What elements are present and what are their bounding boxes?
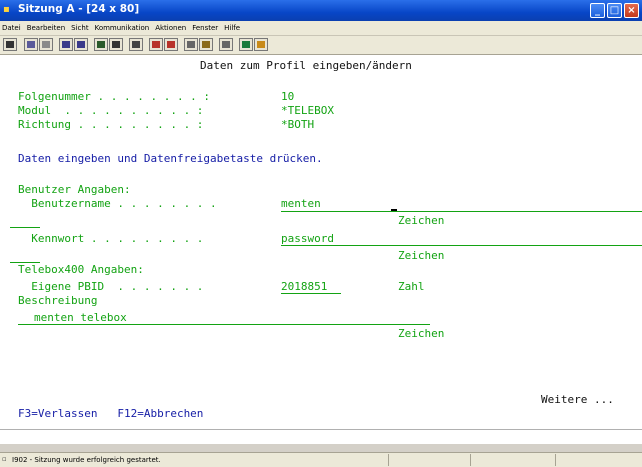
username-field[interactable]: menten <box>281 197 321 210</box>
section-user: Benutzer Angaben: <box>18 183 131 196</box>
display-icon[interactable] <box>94 38 108 51</box>
password-label: Kennwort . . . . . . . . . <box>18 232 204 245</box>
menu-kommunikation[interactable]: Kommunikation <box>95 24 150 32</box>
status-icon: ▫ <box>2 455 7 463</box>
field-label-modul: Modul . . . . . . . . . . : <box>18 104 204 117</box>
password-hint: Zeichen <box>398 249 445 262</box>
password-underline <box>281 245 642 246</box>
status-bar: ▫ I902 - Sitzung wurde erfolgreich gesta… <box>0 452 642 467</box>
password-field[interactable]: password <box>281 232 334 245</box>
copy-icon[interactable] <box>24 38 38 51</box>
maximize-button[interactable]: □ <box>607 3 622 18</box>
receive-icon[interactable] <box>74 38 88 51</box>
title-bar: ▪ Sitzung A - [24 x 80] _ □ × <box>0 0 642 21</box>
username-hint: Zeichen <box>398 214 445 227</box>
section-telebox: Telebox400 Angaben: <box>18 263 144 276</box>
print-screen-icon[interactable] <box>3 38 17 51</box>
description-label: Beschreibung <box>18 294 98 307</box>
username-underline <box>281 211 642 212</box>
menu-datei[interactable]: Datei <box>2 24 21 32</box>
menu-bar: Datei Bearbeiten Sicht Kommunikation Aktione… <box>0 21 642 36</box>
keyboard-icon[interactable] <box>109 38 123 51</box>
minimize-button[interactable]: _ <box>590 3 605 18</box>
field-label-folgenummer: Folgenummer . . . . . . . . : <box>18 90 211 103</box>
globe-icon[interactable] <box>239 38 253 51</box>
operator-info-area <box>0 429 642 444</box>
stop-icon[interactable] <box>164 38 178 51</box>
field-value-folgenummer: 10 <box>281 90 295 103</box>
send-icon[interactable] <box>59 38 73 51</box>
record-icon[interactable] <box>149 38 163 51</box>
pbid-hint: Zahl <box>398 280 425 293</box>
field-value-richtung: *BOTH <box>281 118 315 131</box>
map-icon[interactable] <box>184 38 198 51</box>
function-keys: F3=Verlassen F12=Abbrechen <box>18 407 204 420</box>
close-button[interactable]: × <box>624 3 639 18</box>
status-separator <box>470 454 471 466</box>
field-value-modul: *TELEBOX <box>281 104 334 117</box>
pbid-field[interactable]: 2018851 <box>281 280 341 294</box>
terminal-screen[interactable]: Daten zum Profil eingeben/ändern Folgenu… <box>0 55 642 429</box>
status-separator <box>388 454 389 466</box>
description-underline <box>18 324 430 325</box>
pencil-icon[interactable] <box>254 38 268 51</box>
paste-icon[interactable] <box>39 38 53 51</box>
username-label: Benutzername . . . . . . . . <box>18 197 217 210</box>
menu-sicht[interactable]: Sicht <box>71 24 88 32</box>
toolbar <box>0 36 642 55</box>
doc-icon[interactable] <box>219 38 233 51</box>
description-field[interactable]: menten telebox <box>34 311 127 324</box>
ftp-icon[interactable] <box>199 38 213 51</box>
menu-fenster[interactable]: Fenster <box>192 24 218 32</box>
macro-play-icon[interactable] <box>129 38 143 51</box>
page-title: Daten zum Profil eingeben/ändern <box>200 59 412 72</box>
status-separator <box>555 454 556 466</box>
pbid-label: Eigene PBID . . . . . . . <box>18 280 204 293</box>
app-icon: ▪ <box>3 4 10 15</box>
menu-bearbeiten[interactable]: Bearbeiten <box>27 24 65 32</box>
description-hint: Zeichen <box>398 327 445 340</box>
text-cursor <box>391 209 397 211</box>
more-indicator: Weitere ... <box>541 393 614 406</box>
username-continuation-underline <box>10 227 40 228</box>
field-label-richtung: Richtung . . . . . . . . . : <box>18 118 204 131</box>
instruction-text: Daten eingeben und Datenfreigabetaste dr… <box>18 152 323 165</box>
window-title: Sitzung A - [24 x 80] <box>18 3 140 15</box>
menu-aktionen[interactable]: Aktionen <box>155 24 186 32</box>
menu-hilfe[interactable]: Hilfe <box>224 24 240 32</box>
status-message: I902 - Sitzung wurde erfolgreich gestart… <box>12 456 161 464</box>
